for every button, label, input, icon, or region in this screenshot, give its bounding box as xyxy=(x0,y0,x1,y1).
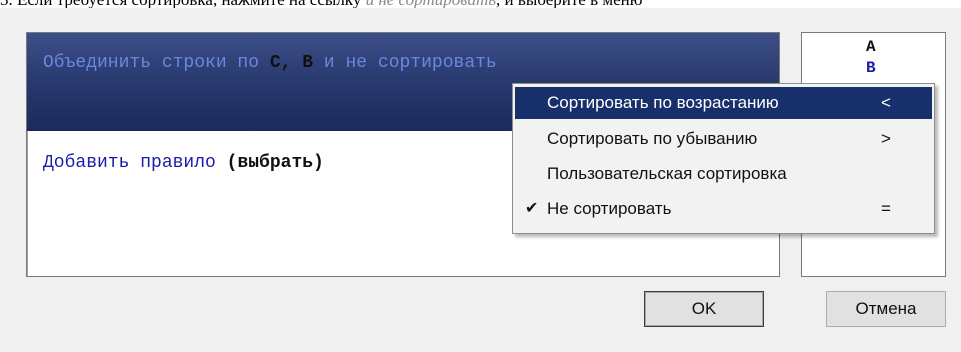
shortcut-key: = xyxy=(881,199,891,218)
preview-line-2: B xyxy=(866,59,876,77)
instruction-link-text: и не сортировать xyxy=(366,0,496,8)
choose-link[interactable]: (выбрать) xyxy=(227,153,324,173)
add-rule-row: Добавить правило (выбрать) xyxy=(43,153,324,173)
menu-item-custom-sort[interactable]: Пользовательская сортировка xyxy=(515,158,932,190)
shortcut-key: > xyxy=(881,129,891,148)
menu-item-sort-ascending[interactable]: Сортировать по возрастанию < xyxy=(515,87,932,119)
cancel-button[interactable]: Отмена xyxy=(826,291,946,327)
instruction-start: 3. Если требуется сортировка, нажмите на… xyxy=(0,0,361,8)
checkmark-icon: ✔ xyxy=(525,200,539,217)
merge-rule-row[interactable]: Объединить строки по C, B и не сортирова… xyxy=(43,53,497,73)
preview-line-1: A xyxy=(866,38,876,56)
menu-item-sort-descending[interactable]: Сортировать по убыванию > xyxy=(515,123,932,155)
sort-mode-link[interactable]: и не сортировать xyxy=(324,53,497,73)
dialog: Объединить строки по C, B и не сортирова… xyxy=(0,8,961,352)
shortcut-key: < xyxy=(881,93,891,112)
ok-button[interactable]: OK xyxy=(644,291,764,327)
instruction-end: , и выберите в меню xyxy=(496,0,642,8)
instruction-text: 3. Если требуется сортировка, нажмите на… xyxy=(0,0,961,8)
add-rule-label: Добавить правило xyxy=(43,153,216,173)
sort-context-menu: Сортировать по возрастанию < Сортировать… xyxy=(512,83,935,234)
merge-columns-link[interactable]: C, B xyxy=(270,53,313,73)
merge-rule-prefix: Объединить строки по xyxy=(43,53,260,73)
menu-item-no-sort[interactable]: ✔ Не сортировать = xyxy=(515,193,932,225)
